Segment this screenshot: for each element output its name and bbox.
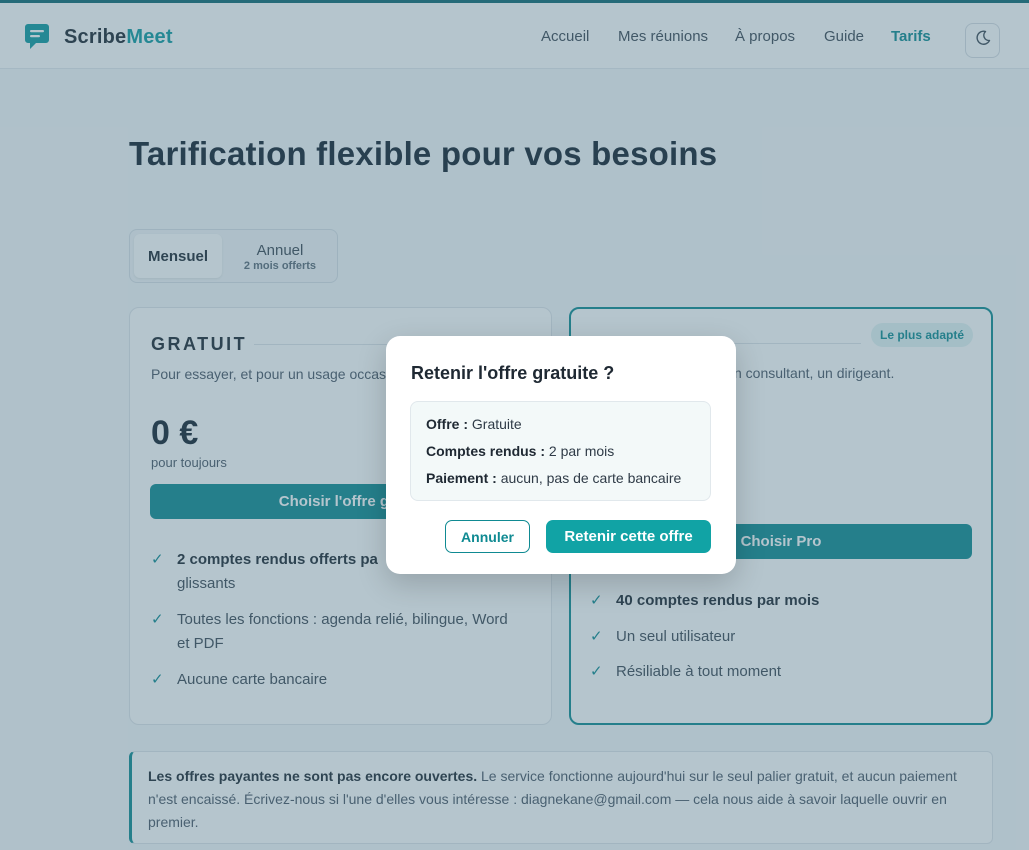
confirm-free-plan-dialog: Retenir l'offre gratuite ? Offre : Gratu… <box>386 336 736 574</box>
summary-row-reports: Comptes rendus : 2 par mois <box>426 443 614 459</box>
dialog-title: Retenir l'offre gratuite ? <box>411 363 615 383</box>
summary-value: 2 par mois <box>545 443 615 459</box>
summary-value: Gratuite <box>468 416 522 432</box>
summary-row-offer: Offre : Gratuite <box>426 416 522 432</box>
plan-summary-box: Offre : Gratuite Comptes rendus : 2 par … <box>410 401 711 501</box>
summary-label: Paiement : <box>426 470 497 486</box>
summary-row-payment: Paiement : aucun, pas de carte bancaire <box>426 470 681 486</box>
summary-label: Offre : <box>426 416 468 432</box>
summary-value: aucun, pas de carte bancaire <box>496 470 682 486</box>
summary-label: Comptes rendus : <box>426 443 546 459</box>
cancel-button[interactable]: Annuler <box>445 520 530 553</box>
confirm-offer-button[interactable]: Retenir cette offre <box>546 520 711 553</box>
